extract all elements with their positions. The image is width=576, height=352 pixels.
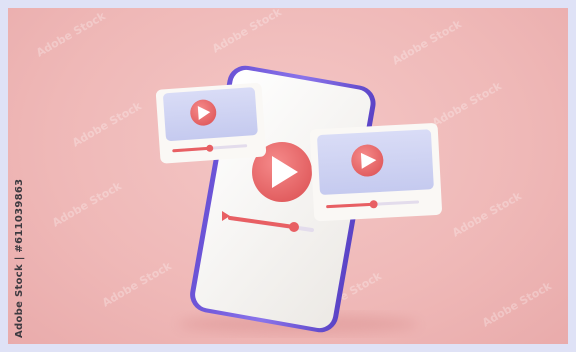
illustration: Adobe Stock Adobe Stock Adobe Stock Adob… [8,8,568,344]
left-video-card [155,82,267,164]
stock-credit: Adobe Stock | #611039863 [14,178,25,338]
right-video-card [309,123,442,222]
image-frame: Adobe Stock Adobe Stock Adobe Stock Adob… [0,0,576,352]
phone-illustration [155,65,442,334]
